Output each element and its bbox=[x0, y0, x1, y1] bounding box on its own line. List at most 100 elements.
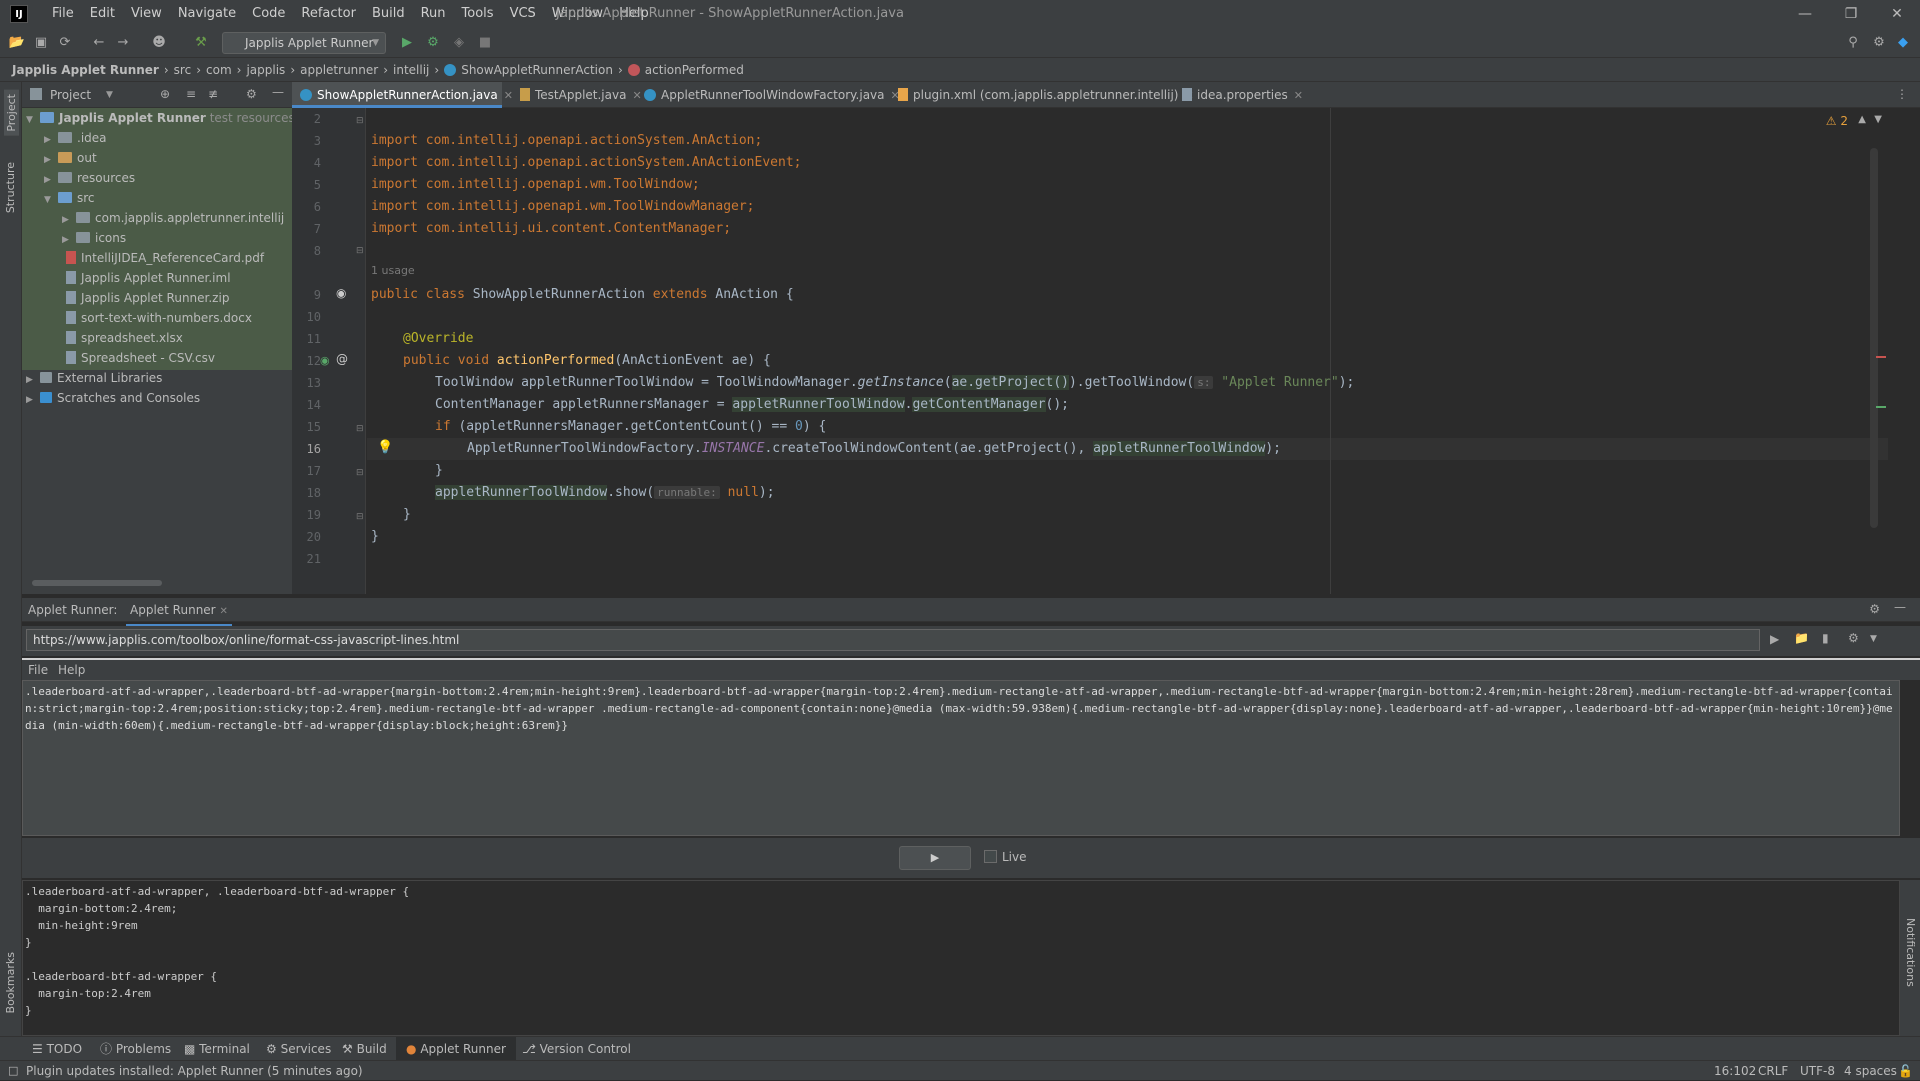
format-run-button[interactable]: ▶ bbox=[899, 846, 971, 870]
prev-highlight-icon[interactable]: ▲ bbox=[1858, 114, 1866, 125]
tab-build[interactable]: ⚒ Build bbox=[342, 1037, 387, 1061]
annotation-icon[interactable]: @ bbox=[336, 352, 348, 366]
project-panel-title[interactable]: Project bbox=[50, 82, 91, 108]
line-separator[interactable]: CRLF bbox=[1758, 1061, 1788, 1081]
jetbrains-icon[interactable]: ◆ bbox=[1894, 34, 1912, 52]
forward-arrow-icon[interactable]: → bbox=[114, 34, 132, 52]
tab-testapplet[interactable]: TestApplet.java ✕ bbox=[512, 82, 642, 108]
run-config-select[interactable]: Japplis Applet Runner ▼ bbox=[222, 32, 386, 54]
status-message[interactable]: Plugin updates installed: Applet Runner … bbox=[26, 1061, 363, 1081]
usage-hint[interactable]: 1 usage bbox=[371, 260, 415, 282]
change-stripe-mark[interactable] bbox=[1876, 406, 1886, 408]
tab-idea-properties[interactable]: idea.properties ✕ bbox=[1174, 82, 1303, 108]
tab-problems[interactable]: ⓘ Problems bbox=[100, 1037, 171, 1061]
menu-refactor[interactable]: Refactor bbox=[293, 0, 364, 28]
user-icon[interactable]: ☻ bbox=[150, 34, 168, 52]
tab-terminal[interactable]: ▩ Terminal bbox=[184, 1037, 250, 1061]
live-checkbox[interactable]: Live bbox=[984, 850, 1027, 864]
tree-item[interactable]: ▶ com.japplis.appletrunner.intellij bbox=[62, 208, 284, 228]
menu-view[interactable]: View bbox=[123, 0, 170, 28]
open-folder-icon[interactable]: 📂 bbox=[8, 34, 26, 52]
tree-item[interactable]: ▶ External Libraries bbox=[26, 368, 162, 388]
minimize-icon[interactable]: — bbox=[1782, 0, 1828, 28]
tab-version-control[interactable]: ⎇ Version Control bbox=[522, 1037, 631, 1061]
lock-icon[interactable]: 🔓 bbox=[1898, 1061, 1913, 1081]
bookmarks-tool-tab[interactable]: Bookmarks bbox=[4, 952, 17, 1013]
breadcrumb-appletrunner[interactable]: appletrunner bbox=[300, 58, 378, 82]
breadcrumb-project[interactable]: Japplis Applet Runner bbox=[12, 58, 159, 82]
tree-item[interactable]: Japplis Applet Runner.zip bbox=[66, 288, 229, 308]
fold-icon[interactable]: ⊟ bbox=[356, 246, 364, 256]
breadcrumb-class[interactable]: ShowAppletRunnerAction bbox=[444, 58, 613, 82]
tab-services[interactable]: ⚙ Services bbox=[266, 1037, 331, 1061]
tree-item[interactable]: ▶ Scratches and Consoles bbox=[26, 388, 200, 408]
tree-item[interactable]: ▶ out bbox=[44, 148, 97, 168]
tree-item[interactable]: ▶ resources bbox=[44, 168, 135, 188]
next-highlight-icon[interactable]: ▼ bbox=[1874, 114, 1882, 125]
expand-all-icon[interactable]: ≡ bbox=[186, 87, 196, 101]
breadcrumb-japplis[interactable]: japplis bbox=[246, 58, 285, 82]
save-icon[interactable]: ▣ bbox=[32, 34, 50, 52]
tree-item[interactable]: Japplis Applet Runner.iml bbox=[66, 268, 231, 288]
caret-position[interactable]: 16:102 bbox=[1714, 1061, 1756, 1081]
applet-runner-tab[interactable]: Applet Runner ✕ bbox=[126, 598, 232, 627]
chevron-down-icon[interactable]: ▼ bbox=[106, 82, 113, 108]
tree-item[interactable]: spreadsheet.xlsx bbox=[66, 328, 183, 348]
back-arrow-icon[interactable]: ← bbox=[90, 34, 108, 52]
tree-item[interactable]: Spreadsheet - CSV.csv bbox=[66, 348, 215, 368]
tree-item[interactable]: ▶ icons bbox=[62, 228, 126, 248]
fold-icon[interactable]: ⊟ bbox=[356, 512, 364, 522]
bookmark-icon[interactable]: ▮ bbox=[1822, 631, 1829, 645]
hide-panel-icon[interactable]: — bbox=[1894, 600, 1906, 614]
notifications-tool-tab[interactable]: Notifications bbox=[1904, 918, 1917, 987]
debug-icon[interactable]: ⚙ bbox=[424, 34, 442, 52]
lightbulb-icon[interactable]: 💡 bbox=[377, 440, 393, 455]
structure-tool-tab[interactable]: Structure bbox=[4, 162, 17, 213]
breadcrumb-method[interactable]: actionPerformed bbox=[627, 58, 744, 82]
stop-icon[interactable]: ■ bbox=[476, 34, 494, 52]
more-tabs-icon[interactable]: ⋮ bbox=[1896, 87, 1908, 101]
settings-gear-icon[interactable]: ⚙ bbox=[1870, 34, 1888, 52]
breadcrumb-src[interactable]: src bbox=[174, 58, 192, 82]
menu-vcs[interactable]: VCS bbox=[502, 0, 544, 28]
menu-edit[interactable]: Edit bbox=[82, 0, 123, 28]
code-editor[interactable]: import com.intellij.openapi.actionSystem… bbox=[367, 108, 1888, 594]
fold-icon[interactable]: ⊟ bbox=[356, 116, 364, 126]
settings-icon[interactable]: ⚙ bbox=[1848, 631, 1859, 645]
gear-icon[interactable]: ⚙ bbox=[1869, 602, 1880, 616]
applet-menu-help[interactable]: Help bbox=[58, 660, 85, 680]
close-tab-icon[interactable]: ✕ bbox=[219, 606, 227, 617]
breadcrumb-com[interactable]: com bbox=[206, 58, 232, 82]
tab-showappletrunneraction[interactable]: ShowAppletRunnerAction.java ✕ bbox=[292, 82, 513, 108]
tab-applet-runner[interactable]: ● Applet Runner bbox=[396, 1037, 516, 1061]
menu-run[interactable]: Run bbox=[413, 0, 454, 28]
error-stripe-mark[interactable] bbox=[1876, 356, 1886, 358]
run-icon[interactable]: ▶ bbox=[398, 34, 416, 52]
gutter-run-icon[interactable]: ◉ bbox=[336, 286, 346, 300]
indent-setting[interactable]: 4 spaces bbox=[1844, 1061, 1897, 1081]
restore-icon[interactable]: ❐ bbox=[1828, 0, 1874, 28]
tree-scrollbar[interactable] bbox=[32, 580, 162, 586]
close-icon[interactable]: ✕ bbox=[1874, 0, 1920, 28]
warning-indicator[interactable]: ⚠ 2 bbox=[1826, 114, 1848, 128]
override-icon[interactable]: ◉ bbox=[320, 354, 330, 367]
editor-scrollbar[interactable] bbox=[1870, 148, 1878, 528]
sync-icon[interactable]: ⟳ bbox=[56, 34, 74, 52]
play-icon[interactable]: ▶ bbox=[1770, 632, 1779, 646]
search-icon[interactable]: ⚲ bbox=[1844, 34, 1862, 52]
tab-toolwindowfactory[interactable]: AppletRunnerToolWindowFactory.java ✕ bbox=[636, 82, 900, 108]
applet-menu-file[interactable]: File bbox=[28, 660, 48, 680]
css-input-textarea[interactable]: .leaderboard-atf-ad-wrapper,.leaderboard… bbox=[22, 680, 1900, 836]
breadcrumb-intellij[interactable]: intellij bbox=[393, 58, 429, 82]
tab-todo[interactable]: ☰ TODO bbox=[32, 1037, 82, 1061]
menu-navigate[interactable]: Navigate bbox=[170, 0, 244, 28]
url-input[interactable]: https://www.japplis.com/toolbox/online/f… bbox=[26, 629, 1760, 651]
project-tool-tab[interactable]: Project bbox=[4, 90, 19, 136]
folder-icon[interactable]: 📁 bbox=[1794, 631, 1809, 645]
menu-build[interactable]: Build bbox=[364, 0, 413, 28]
menu-file[interactable]: File bbox=[44, 0, 82, 28]
hide-panel-icon[interactable]: — bbox=[272, 85, 284, 99]
fold-icon[interactable]: ⊟ bbox=[356, 424, 364, 434]
fold-icon[interactable]: ⊟ bbox=[356, 468, 364, 478]
chevron-down-icon[interactable]: ▼ bbox=[1870, 634, 1877, 644]
